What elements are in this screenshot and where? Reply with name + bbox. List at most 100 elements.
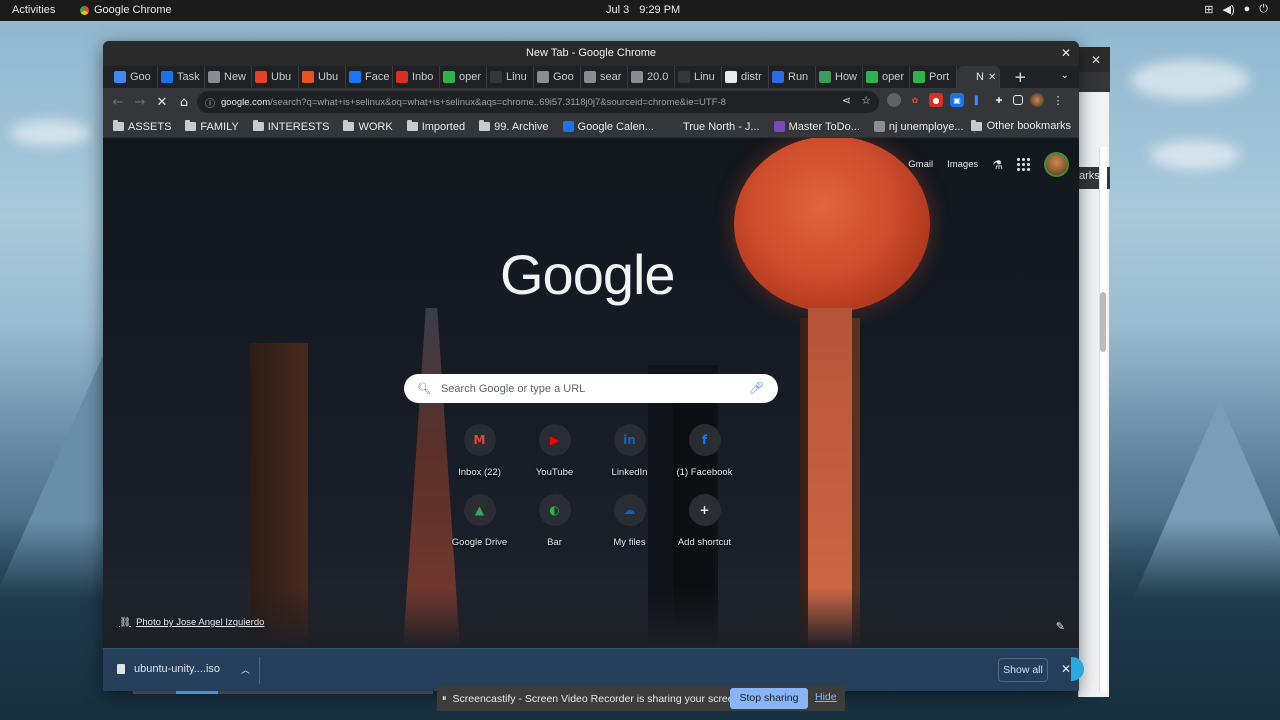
extension-icon[interactable]: ▌ xyxy=(971,93,985,107)
tab-label: Ubu xyxy=(271,71,292,83)
microphone-icon[interactable]: 🎤︎ xyxy=(749,381,764,395)
bookmark-label: True North - J... xyxy=(682,120,760,133)
tab[interactable]: Port xyxy=(910,66,957,88)
google-apps-icon[interactable] xyxy=(1017,158,1030,171)
tab[interactable]: Linu xyxy=(675,66,722,88)
shortcut-icon: f xyxy=(688,424,721,456)
tab-favicon-icon xyxy=(584,71,596,83)
chevron-up-icon[interactable]: ︿ xyxy=(241,663,250,676)
bookmark-folder[interactable]: Imported xyxy=(406,120,465,133)
bookmark-favicon-icon xyxy=(667,121,679,132)
home-icon[interactable]: ⌂ xyxy=(173,95,195,110)
tab[interactable]: How xyxy=(816,66,863,88)
tab[interactable]: oper xyxy=(440,66,487,88)
extensions-area: ✿ ● ▣ ▌ ✚ ⋮ xyxy=(887,93,1065,107)
stop-sharing-button[interactable]: Stop sharing xyxy=(730,688,808,709)
photo-credit-link[interactable]: ⛓ Photo by Jose Angel Izquierdo xyxy=(119,617,264,628)
other-bookmarks-label: Other bookmarks xyxy=(986,120,1071,132)
kebab-menu-icon[interactable]: ⋮ xyxy=(1051,93,1065,107)
labs-icon[interactable]: ⚗ xyxy=(992,158,1003,172)
tab[interactable]: sear xyxy=(581,66,628,88)
bookmark-star-icon[interactable]: ☆ xyxy=(861,94,871,107)
extension-icon[interactable]: ✿ xyxy=(908,93,922,107)
shortcut-tile[interactable]: ◐ Bar xyxy=(517,494,592,548)
clock[interactable]: Jul 3 9:29 PM xyxy=(606,4,680,16)
tab[interactable]: Linu xyxy=(487,66,534,88)
bookmark-folder[interactable]: INTERESTS xyxy=(252,120,329,133)
close-tab-icon[interactable]: ✕ xyxy=(988,72,996,83)
tab-label: oper xyxy=(459,71,482,83)
tab[interactable]: 20.0 xyxy=(628,66,675,88)
close-icon[interactable]: ✕ xyxy=(1091,53,1101,67)
bookmark-link[interactable]: Master ToDo... xyxy=(773,121,860,133)
side-panel-icon[interactable] xyxy=(1013,95,1023,105)
bookmark-folder[interactable]: WORK xyxy=(343,120,393,133)
info-icon[interactable]: ⓘ xyxy=(205,95,215,110)
gmail-link[interactable]: Gmail xyxy=(908,159,933,170)
other-bookmarks-folder[interactable]: Other bookmarks xyxy=(970,119,1071,132)
tab[interactable]: N ✕ xyxy=(957,66,1000,88)
address-bar[interactable]: ⓘ google.com/search?q=what+is+selinux&oq… xyxy=(197,91,879,113)
tab-label: N xyxy=(976,71,984,83)
shortcut-tile[interactable]: M Inbox (22) xyxy=(442,424,517,478)
tab[interactable]: Inbo xyxy=(393,66,440,88)
bookmark-link[interactable]: Google Calen... xyxy=(562,120,654,133)
bookmark-folder[interactable]: ASSETS xyxy=(113,120,171,133)
bookmark-label: 99. Archive xyxy=(494,120,549,133)
activities-button[interactable]: Activities xyxy=(12,4,55,16)
profile-avatar[interactable] xyxy=(1030,93,1044,107)
customize-pencil-icon[interactable]: ✎ xyxy=(1056,620,1065,633)
tab[interactable]: Task xyxy=(158,66,205,88)
tab[interactable]: distr xyxy=(722,66,769,88)
system-tray[interactable]: ⊞ ◀) ● ⏻ xyxy=(1204,3,1268,16)
close-shelf-icon[interactable]: ✕ xyxy=(1061,662,1071,676)
download-item[interactable]: ubuntu-unity....iso xyxy=(117,663,220,675)
images-link[interactable]: Images xyxy=(947,159,978,170)
back-icon[interactable]: ← xyxy=(107,95,129,110)
account-avatar[interactable] xyxy=(1044,152,1069,177)
background-chrome-window[interactable]: ✕ arks xyxy=(1078,47,1110,697)
shortcut-icon: ◐ xyxy=(538,494,571,526)
shortcut-tile[interactable]: + Add shortcut xyxy=(667,494,742,548)
tab-search-icon[interactable]: ⌄ xyxy=(1061,70,1069,81)
tab[interactable]: Ubu xyxy=(252,66,299,88)
shortcut-tile[interactable]: f (1) Facebook xyxy=(667,424,742,478)
tab[interactable]: Ubu xyxy=(299,66,346,88)
share-icon[interactable]: ⋖ xyxy=(842,94,851,107)
folder-icon xyxy=(252,120,264,131)
bookmark-folder[interactable]: FAMILY xyxy=(185,120,239,133)
close-window-icon[interactable]: ✕ xyxy=(1061,41,1071,66)
tab[interactable]: Goo xyxy=(534,66,581,88)
shortcut-label: Bar xyxy=(547,537,562,548)
forward-icon[interactable]: → xyxy=(129,95,151,110)
bookmark-label: Google Calen... xyxy=(577,120,654,133)
search-placeholder: Search Google or type a URL xyxy=(440,382,586,395)
ntp-search-box[interactable]: 🔍︎ Search Google or type a URL 🎤︎ xyxy=(404,374,778,403)
new-tab-button[interactable]: + xyxy=(1014,68,1027,86)
shortcut-tile[interactable]: ☁ My files xyxy=(592,494,667,548)
power-icon: ⏻ xyxy=(1259,3,1268,15)
shortcut-tile[interactable]: in LinkedIn xyxy=(592,424,667,478)
extension-icon[interactable] xyxy=(887,93,901,107)
app-menu[interactable]: Google Chrome xyxy=(80,4,172,16)
tab[interactable]: New xyxy=(205,66,252,88)
stop-loading-icon[interactable]: ✕ xyxy=(151,95,173,110)
tab-label: Port xyxy=(929,71,950,83)
shortcut-label: My files xyxy=(613,537,646,548)
bookmark-link[interactable]: nj unemploye... xyxy=(873,121,964,133)
tab[interactable]: Run xyxy=(769,66,816,88)
scrollbar[interactable] xyxy=(1099,147,1107,692)
screencastify-icon[interactable]: ● xyxy=(929,93,943,107)
tab[interactable]: oper xyxy=(863,66,910,88)
tab[interactable]: Face xyxy=(346,66,393,88)
show-all-button[interactable]: Show all xyxy=(998,658,1048,682)
puzzle-icon[interactable]: ✚ xyxy=(992,93,1006,107)
shortcut-tile[interactable]: ▶ YouTube xyxy=(517,424,592,478)
hide-link[interactable]: Hide xyxy=(815,691,837,703)
bookmark-folder[interactable]: 99. Archive xyxy=(479,120,549,133)
scrollbar-thumb[interactable] xyxy=(1100,292,1106,352)
shortcut-tile[interactable]: ▲ Google Drive xyxy=(442,494,517,548)
extension-icon[interactable]: ▣ xyxy=(950,93,964,107)
bookmark-link[interactable]: True North - J... xyxy=(667,120,760,133)
tab[interactable]: Goo xyxy=(111,66,158,88)
